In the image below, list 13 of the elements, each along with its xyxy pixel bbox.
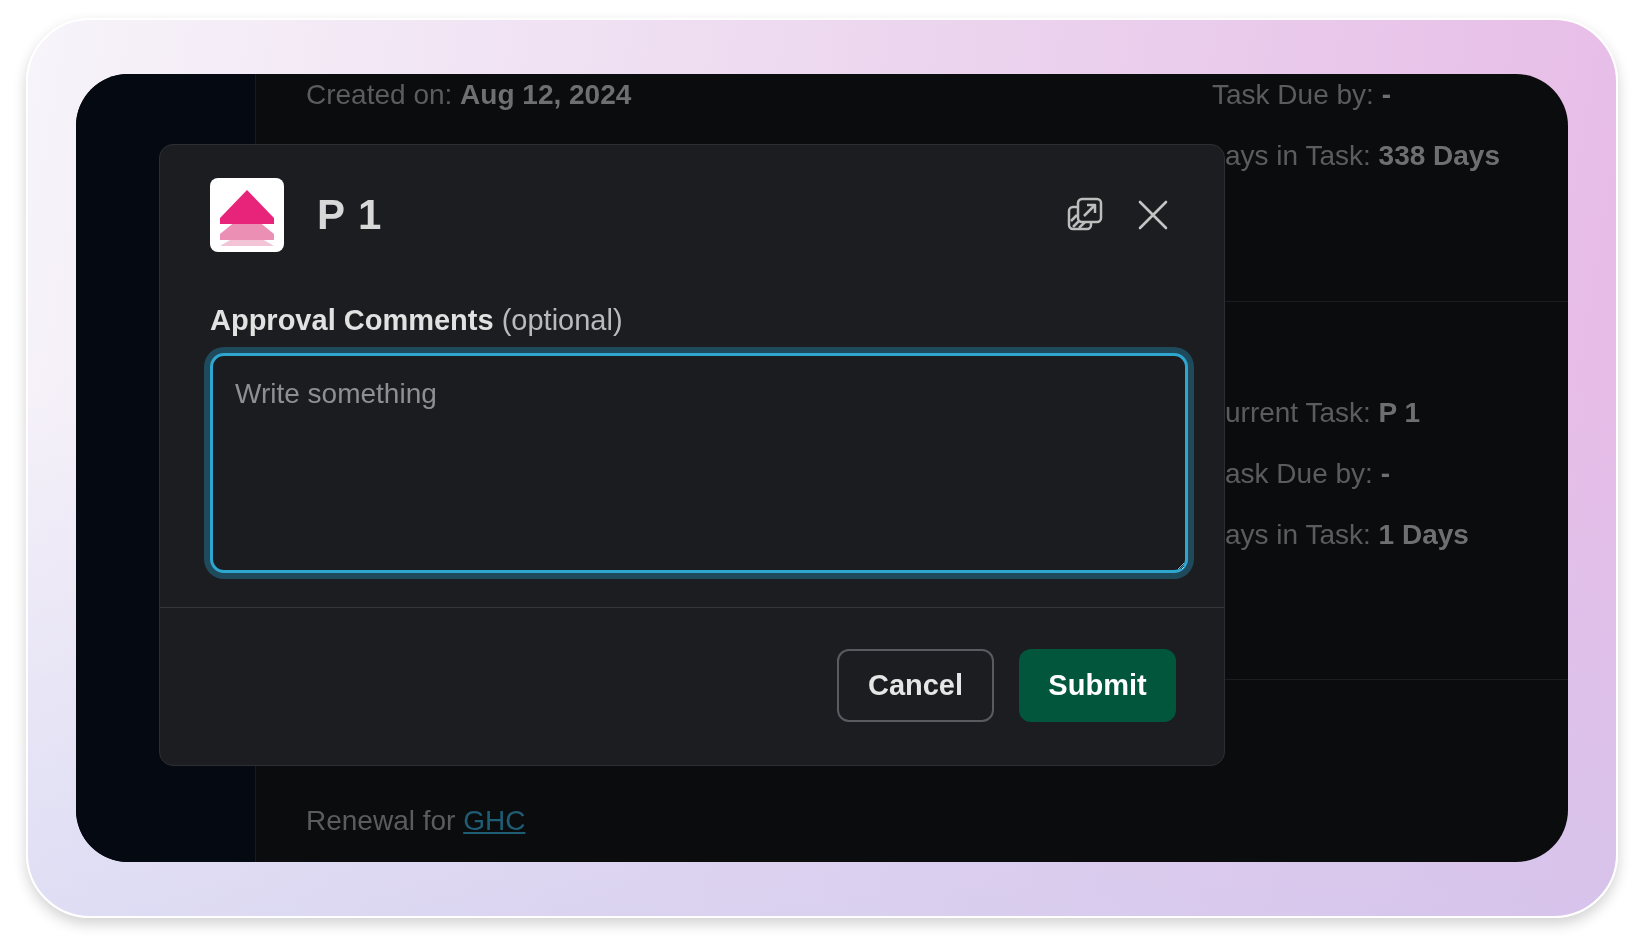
comments-field[interactable]: Write something [210,353,1188,573]
field-label: Approval Comments (optional) [210,304,624,337]
task-detail-text: ays in Task: 338 Days [1225,139,1500,173]
app-logo-icon [210,178,284,252]
task-detail-text: Task Due by: - [1212,78,1391,112]
dialog-title: P 1 [317,191,384,239]
task-detail-text: urrent Task: P 1 [1225,396,1421,430]
task-detail-text: ays in Task: 1 Days [1225,518,1469,552]
renewal-text: Renewal for GHC [306,804,527,838]
submit-button[interactable]: Submit [1019,649,1176,722]
created-date-text: Created on: Aug 12, 2024 [306,78,633,112]
task-detail-text: ask Due by: - [1225,457,1390,491]
cancel-button[interactable]: Cancel [837,649,994,722]
